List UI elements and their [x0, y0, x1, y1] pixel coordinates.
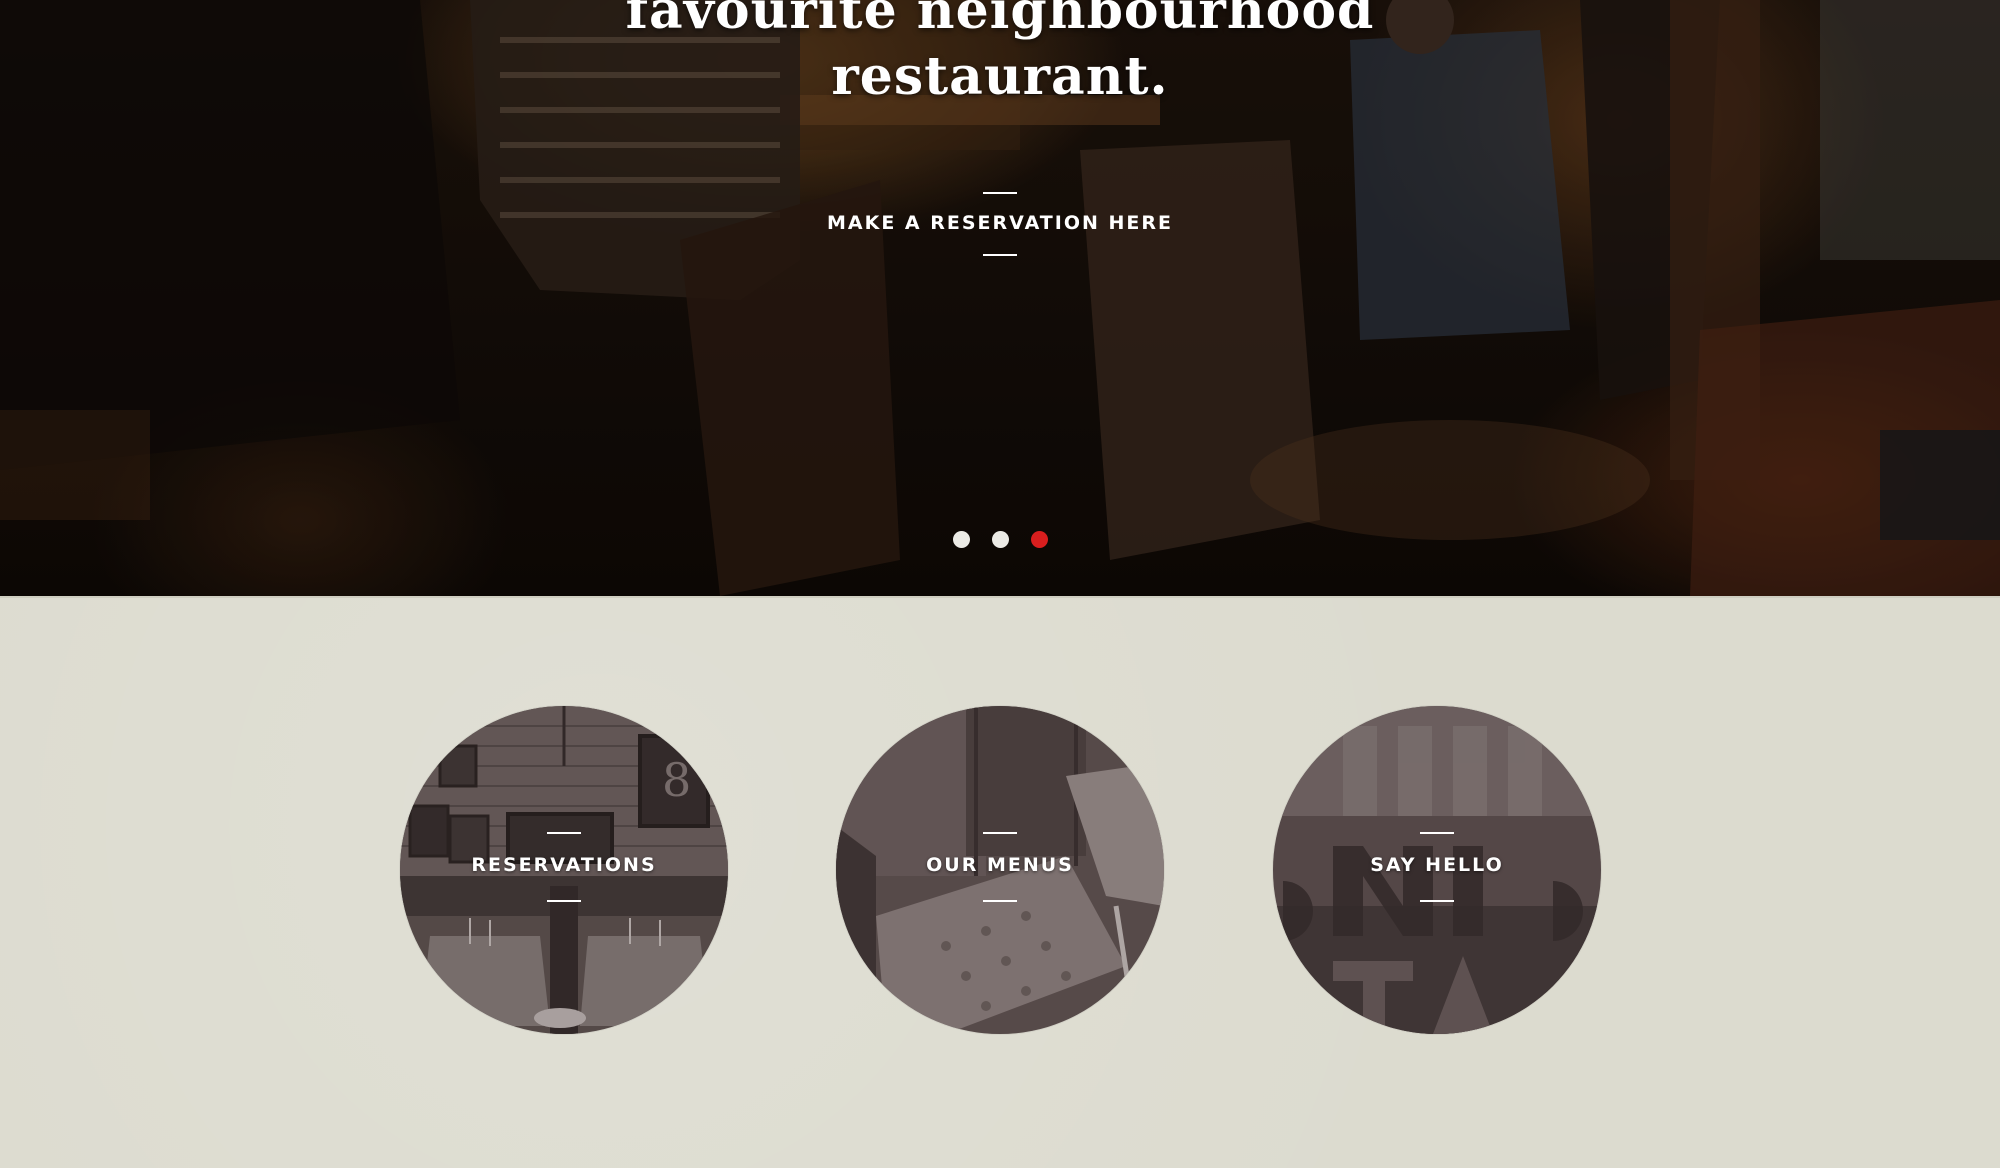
hero-section: favourite neighbourhood restaurant. MAKE…: [0, 0, 2000, 596]
reservations-tile-label-group: RESERVATIONS: [400, 832, 728, 902]
tile-rule-bottom: [1420, 900, 1454, 902]
slider-pagination: [950, 531, 1050, 551]
say-hello-tile[interactable]: SAY HELLO: [1273, 706, 1601, 1034]
reservation-cta: MAKE A RESERVATION HERE: [700, 192, 1300, 256]
say-hello-tile-label-group: SAY HELLO: [1273, 832, 1601, 902]
our-menus-tile-label-group: OUR MENUS: [836, 832, 1164, 902]
hero-headline: favourite neighbourhood restaurant.: [500, 0, 1500, 110]
reservations-tile[interactable]: 8 RESERVATIONS: [400, 706, 728, 1034]
tile-rule-top: [983, 832, 1017, 834]
hero-headline-line-2: restaurant.: [831, 46, 1169, 107]
feature-panel: 8 RESERVATIONS OUR MENUS SAY HELLO: [0, 596, 2000, 1168]
reservations-tile-label: RESERVATIONS: [471, 854, 657, 876]
tile-rule-bottom: [547, 900, 581, 902]
slider-dot-2[interactable]: [991, 531, 1009, 548]
our-menus-tile[interactable]: OUR MENUS: [836, 706, 1164, 1034]
feature-tiles: 8 RESERVATIONS OUR MENUS SAY HELLO: [400, 706, 1601, 1036]
cta-rule-top: [983, 192, 1017, 194]
hero-headline-line-1: favourite neighbourhood: [625, 0, 1375, 41]
our-menus-tile-label: OUR MENUS: [926, 854, 1074, 876]
make-reservation-link[interactable]: MAKE A RESERVATION HERE: [700, 212, 1300, 234]
tile-rule-top: [1420, 832, 1454, 834]
slider-dot-1[interactable]: [952, 531, 970, 548]
slider-dot-3[interactable]: [1030, 531, 1048, 548]
tile-rule-bottom: [983, 900, 1017, 902]
tile-rule-top: [547, 832, 581, 834]
page: favourite neighbourhood restaurant. MAKE…: [0, 0, 2000, 1168]
say-hello-tile-label: SAY HELLO: [1370, 854, 1504, 876]
cta-rule-bottom: [983, 254, 1017, 256]
